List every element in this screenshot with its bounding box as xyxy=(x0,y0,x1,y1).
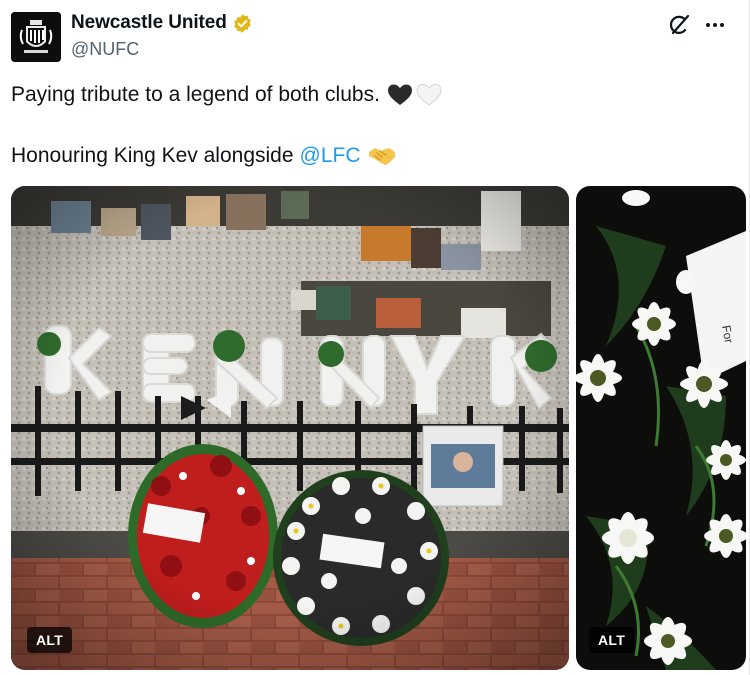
white-flowers-closeup-photo: For xyxy=(576,186,746,670)
tweet-text-line-1: Paying tribute to a legend of both clubs… xyxy=(11,83,442,107)
mention-link[interactable]: @LFC xyxy=(300,144,361,168)
more-dot xyxy=(713,23,717,27)
more-options-icon[interactable] xyxy=(702,13,728,37)
tweet-card: Newcastle United @NUFC Paying tribute to… xyxy=(0,0,750,675)
alt-text-badge[interactable]: ALT xyxy=(589,627,635,653)
grok-icon[interactable] xyxy=(667,13,691,37)
tweet-photo-1[interactable]: ALT xyxy=(11,186,569,670)
gold-verified-badge-icon xyxy=(234,13,251,33)
display-name[interactable]: Newcastle United xyxy=(71,12,227,34)
tweet-text: Honouring King Kev alongside xyxy=(11,144,294,167)
more-dot xyxy=(720,23,724,27)
black-heart-icon xyxy=(387,84,412,105)
tweet-photo-2[interactable]: For ALT xyxy=(576,186,746,670)
tweet-text-line-2: Honouring King Kev alongside @LFC xyxy=(11,144,396,168)
account-handle[interactable]: @NUFC xyxy=(71,39,139,60)
more-dot xyxy=(706,23,710,27)
avatar[interactable] xyxy=(11,12,61,62)
floral-tributes-photo xyxy=(11,186,569,670)
white-heart-icon xyxy=(416,83,442,106)
tweet-text: Paying tribute to a legend of both clubs… xyxy=(11,83,380,106)
club-crest-icon xyxy=(11,12,61,62)
handshake-icon xyxy=(368,148,395,165)
account-name-row[interactable]: Newcastle United xyxy=(71,12,253,34)
alt-text-badge[interactable]: ALT xyxy=(27,627,73,653)
